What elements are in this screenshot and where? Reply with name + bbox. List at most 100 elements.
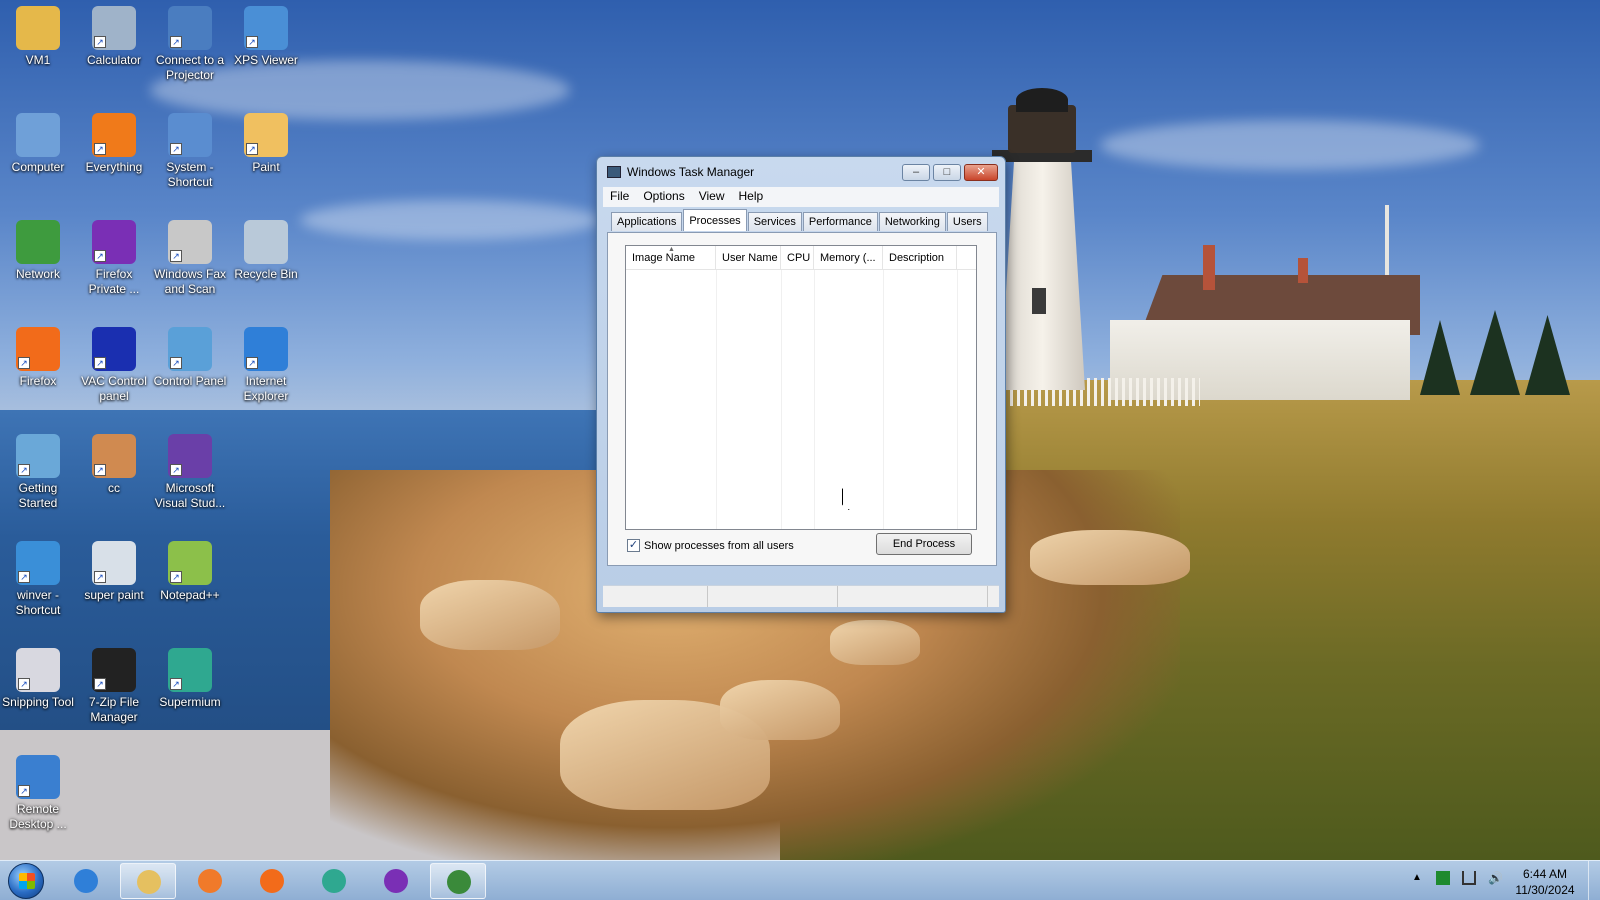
column-header-cpu[interactable]: CPU (781, 246, 814, 269)
shortcut-arrow-icon: ↗ (170, 678, 182, 690)
menu-options[interactable]: Options (636, 187, 691, 207)
title-bar[interactable]: Windows Task Manager – □ ✕ (597, 157, 1005, 187)
taskbar-windows-explorer-button[interactable] (120, 863, 176, 899)
notepad-plus-plus-icon: ↗ (168, 541, 212, 585)
desktop-icon-calculator[interactable]: ↗ Calculator (76, 6, 152, 68)
taskbar-firefox-button[interactable] (244, 863, 300, 899)
menu-help[interactable]: Help (732, 187, 771, 207)
desktop-icon-label: Internet Explorer (243, 374, 289, 403)
desktop-icon-cc[interactable]: ↗ cc (76, 434, 152, 496)
minimize-button[interactable]: – (902, 164, 930, 181)
shortcut-arrow-icon: ↗ (246, 357, 258, 369)
column-header-description[interactable]: Description (883, 246, 957, 269)
shortcut-arrow-icon: ↗ (170, 357, 182, 369)
clock[interactable]: 6:44 AM 11/30/2024 (1510, 866, 1580, 898)
desktop-icon-microsoft-visual-stud[interactable]: ↗ Microsoft Visual Stud... (152, 434, 228, 511)
column-header-image-name[interactable]: ▲ Image Name (626, 246, 716, 269)
column-divider (781, 270, 782, 529)
recycle-bin-icon (244, 220, 288, 264)
desktop-icon-firefox-private[interactable]: ↗ Firefox Private ... (76, 220, 152, 297)
status-processes (603, 586, 708, 607)
network-icon[interactable] (1462, 871, 1476, 885)
remote-desktop-icon: ↗ (16, 755, 60, 799)
desktop-icon-connect-to-a-projector[interactable]: ↗ Connect to a Projector (152, 6, 228, 83)
taskbar-supermium-button[interactable] (306, 863, 362, 899)
desktop-icon-super-paint[interactable]: ↗ super paint (76, 541, 152, 603)
desktop-icon-winver-shortcut[interactable]: ↗ winver - Shortcut (0, 541, 76, 618)
desktop-icon-vm1[interactable]: VM1 (0, 6, 76, 68)
wallpaper-rock (1030, 530, 1190, 585)
end-process-button[interactable]: End Process (876, 533, 972, 555)
desktop-icon-paint[interactable]: ↗ Paint (228, 113, 304, 175)
tray-app-icon[interactable] (1436, 871, 1450, 885)
wallpaper-cloud (1100, 120, 1480, 170)
shortcut-arrow-icon: ↗ (170, 143, 182, 155)
desktop-icon-label: Snipping Tool (2, 695, 74, 709)
tab-processes[interactable]: Processes (683, 209, 747, 231)
tab-applications[interactable]: Applications (611, 212, 683, 231)
column-header-user-name[interactable]: User Name (716, 246, 781, 269)
shortcut-arrow-icon: ↗ (18, 571, 30, 583)
desktop-icon-supermium[interactable]: ↗ Supermium (152, 648, 228, 710)
shortcut-arrow-icon: ↗ (94, 250, 106, 262)
tab-networking[interactable]: Networking (878, 212, 946, 231)
menu-file[interactable]: File (603, 187, 636, 207)
task-manager-window[interactable]: Windows Task Manager – □ ✕ File Options … (596, 156, 1006, 613)
paint-palette-icon: ↗ (244, 113, 288, 157)
firefox-private-icon: ↗ (92, 220, 136, 264)
desktop-icon-vac-control-panel[interactable]: ↗ VAC Control panel (76, 327, 152, 404)
desktop-icon-snipping-tool[interactable]: ↗ Snipping Tool (0, 648, 76, 710)
wallpaper-rock (830, 620, 920, 665)
xps-viewer-icon: ↗ (244, 6, 288, 50)
menu-view[interactable]: View (692, 187, 732, 207)
tab-users[interactable]: Users (946, 212, 988, 231)
desktop-icon-firefox[interactable]: ↗ Firefox (0, 327, 76, 389)
desktop-icon-label: Network (15, 267, 60, 281)
taskbar-internet-explorer-button[interactable] (58, 863, 114, 899)
desktop-icon-computer[interactable]: Computer (0, 113, 76, 175)
column-header-memory[interactable]: Memory (... (814, 246, 883, 269)
show-hidden-icons-icon[interactable]: ▲ (1410, 871, 1424, 885)
desktop-icon-network[interactable]: Network (0, 220, 76, 282)
process-list-body[interactable] (626, 270, 976, 529)
taskbar-firefox-private-button[interactable] (368, 863, 424, 899)
desktop-icon-internet-explorer[interactable]: ↗ Internet Explorer (228, 327, 304, 404)
desktop-icon-xps-viewer[interactable]: ↗ XPS Viewer (228, 6, 304, 68)
menu-bar: File Options View Help (603, 187, 999, 207)
desktop-icon-label: Notepad++ (160, 588, 220, 602)
start-button[interactable] (8, 863, 44, 899)
desktop-icon-control-panel[interactable]: ↗ Control Panel (152, 327, 228, 389)
desktop-icon-everything[interactable]: ↗ Everything (76, 113, 152, 175)
desktop-icon-7-zip-file-manager[interactable]: ↗ 7-Zip File Manager (76, 648, 152, 725)
shortcut-arrow-icon: ↗ (94, 357, 106, 369)
taskbar: ▲ 🔊 6:44 AM 11/30/2024 (0, 860, 1600, 900)
shortcut-arrow-icon: ↗ (94, 143, 106, 155)
show-desktop-button[interactable] (1588, 861, 1600, 900)
volume-icon[interactable]: 🔊 (1488, 871, 1503, 885)
close-button[interactable]: ✕ (964, 164, 998, 181)
seven-zip-icon: ↗ (92, 648, 136, 692)
desktop-icon-remote-desktop[interactable]: ↗ Remote Desktop ... (0, 755, 76, 832)
windows-logo-icon: ↗ (16, 541, 60, 585)
show-all-users-row[interactable]: ✓ Show processes from all users (627, 539, 794, 552)
desktop-icon-label: Getting Started (18, 481, 58, 510)
desktop-icon-windows-fax-and-scan[interactable]: ↗ Windows Fax and Scan (152, 220, 228, 297)
maximize-button[interactable]: □ (933, 164, 961, 181)
status-cpu (708, 586, 838, 607)
desktop-icon-getting-started[interactable]: ↗ Getting Started (0, 434, 76, 511)
wallpaper-rock (720, 680, 840, 740)
taskbar-task-manager-button[interactable] (430, 863, 486, 899)
shortcut-arrow-icon: ↗ (18, 357, 30, 369)
tab-performance[interactable]: Performance (802, 212, 878, 231)
shortcut-arrow-icon: ↗ (246, 143, 258, 155)
show-all-users-checkbox[interactable]: ✓ (627, 539, 640, 552)
desktop-icon-label: cc (108, 481, 120, 495)
desktop-icon-notepad[interactable]: ↗ Notepad++ (152, 541, 228, 603)
desktop-icon-recycle-bin[interactable]: Recycle Bin (228, 220, 304, 282)
tab-services[interactable]: Services (747, 212, 802, 231)
process-list[interactable]: ▲ Image Name User Name CPU Memory (... D… (625, 245, 977, 530)
taskbar-media-player-button[interactable] (182, 863, 238, 899)
desktop-icon-system-shortcut[interactable]: ↗ System - Shortcut (152, 113, 228, 190)
desktop-icon-label: Supermium (159, 695, 221, 709)
fax-icon: ↗ (168, 220, 212, 264)
